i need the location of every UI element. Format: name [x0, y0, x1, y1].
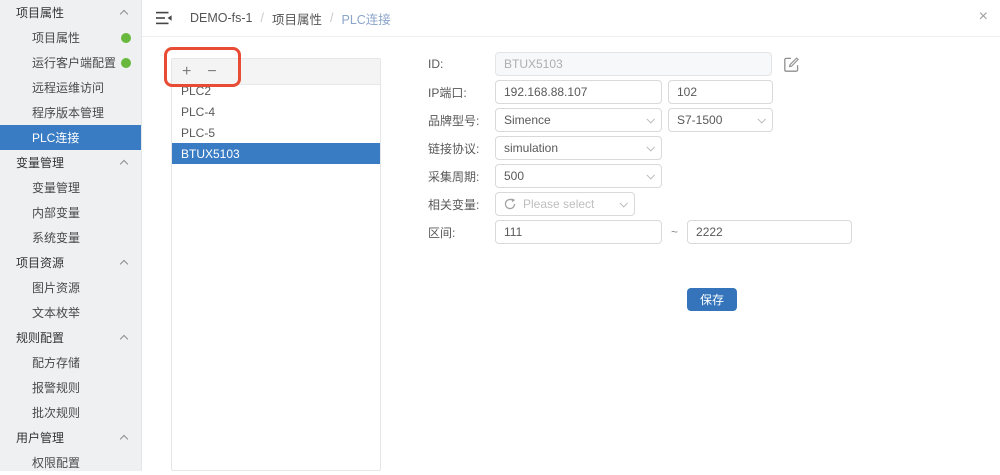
sidebar-item-recipe-storage[interactable]: 配方存储 [0, 350, 141, 375]
brand-select[interactable]: Simence [495, 108, 662, 132]
plc-list: PLC2 PLC-4 PLC-5 BTUX5103 [172, 80, 380, 164]
breadcrumb: DEMO-fs-1 / 项目属性 / PLC连接 [190, 9, 391, 28]
plc-list-toolbar: + − [172, 59, 380, 85]
breadcrumb-current-plc-connection: PLC连接 [341, 9, 390, 28]
brand-select-value: Simence [504, 113, 551, 127]
protocol-select-value: simulation [504, 141, 558, 155]
sidebar-item-system-variables[interactable]: 系统变量 [0, 225, 141, 250]
sidebar-item-remote-ops-access[interactable]: 远程运维访问 [0, 75, 141, 100]
plc-list-item[interactable]: PLC-4 [172, 101, 380, 122]
menu-fold-icon[interactable] [156, 11, 172, 25]
range-separator: ~ [671, 225, 678, 239]
ip-address-input[interactable] [495, 80, 662, 104]
sidebar-section-variable-mgmt[interactable]: 变量管理 [0, 150, 141, 175]
sidebar-item-alarm-rules[interactable]: 报警规则 [0, 375, 141, 400]
model-select-value: S7-1500 [677, 113, 722, 127]
save-button[interactable]: 保存 [687, 288, 737, 311]
sidebar-section-label: 项目资源 [16, 254, 64, 271]
close-icon[interactable]: × [979, 9, 988, 25]
poll-period-select[interactable]: 500 [495, 164, 662, 188]
sidebar-item-label: 图片资源 [32, 279, 80, 296]
field-label-ip-port: IP端口: [428, 84, 495, 101]
field-label-brand-model: 品牌型号: [428, 112, 495, 129]
field-label-range: 区间: [428, 224, 495, 241]
remove-plc-button[interactable]: − [207, 64, 216, 80]
chevron-up-icon [120, 335, 128, 343]
sidebar-section-user-mgmt[interactable]: 用户管理 [0, 425, 141, 450]
field-label-id: ID: [428, 57, 495, 71]
sidebar-section-project-properties[interactable]: 项目属性 [0, 0, 141, 25]
sidebar: 项目属性 项目属性 运行客户端配置 远程运维访问 程序版本管理 PLC连接 变量… [0, 0, 142, 471]
sidebar-item-permission-config[interactable]: 权限配置 [0, 450, 141, 475]
field-label-protocol: 链接协议: [428, 140, 495, 157]
breadcrumb-project[interactable]: DEMO-fs-1 [190, 11, 253, 25]
sidebar-item-label: PLC连接 [32, 129, 79, 146]
sidebar-item-label: 权限配置 [32, 454, 80, 471]
sidebar-item-label: 文本枚举 [32, 304, 80, 321]
sidebar-item-variable-mgmt[interactable]: 变量管理 [0, 175, 141, 200]
breadcrumb-separator: / [261, 11, 264, 25]
sidebar-item-label: 报警规则 [32, 379, 80, 396]
sidebar-item-batch-rules[interactable]: 批次规则 [0, 400, 141, 425]
protocol-select[interactable]: simulation [495, 136, 662, 160]
chevron-up-icon [120, 160, 128, 168]
plc-list-panel: + − PLC2 PLC-4 PLC-5 BTUX5103 [171, 58, 381, 471]
sidebar-section-label: 规则配置 [16, 329, 64, 346]
sidebar-item-label: 程序版本管理 [32, 104, 104, 121]
sidebar-section-rule-config[interactable]: 规则配置 [0, 325, 141, 350]
sidebar-item-label: 运行客户端配置 [32, 54, 116, 71]
sidebar-item-label: 批次规则 [32, 404, 80, 421]
range-to-input[interactable] [687, 220, 852, 244]
plc-list-item[interactable]: PLC-5 [172, 122, 380, 143]
model-select[interactable]: S7-1500 [668, 108, 773, 132]
chevron-down-icon [757, 115, 765, 123]
sidebar-item-label: 内部变量 [32, 204, 80, 221]
sidebar-section-project-resources[interactable]: 项目资源 [0, 250, 141, 275]
chevron-down-icon [646, 171, 654, 179]
sidebar-section-label: 项目属性 [16, 4, 64, 21]
sidebar-item-label: 远程运维访问 [32, 79, 104, 96]
plc-form: ID: IP端口: 品牌型号: Simence S7-1500 链接协议: si… [428, 52, 852, 248]
port-input[interactable] [668, 80, 773, 104]
related-variables-select[interactable]: Please select [495, 192, 635, 216]
chevron-down-icon [619, 199, 627, 207]
sidebar-item-text-enums[interactable]: 文本枚举 [0, 300, 141, 325]
plc-list-item-selected[interactable]: BTUX5103 [172, 143, 380, 164]
sidebar-item-label: 变量管理 [32, 179, 80, 196]
status-dot-green-icon [121, 58, 131, 68]
chevron-down-icon [646, 115, 654, 123]
sidebar-item-plc-connection[interactable]: PLC连接 [0, 125, 141, 150]
chevron-up-icon [120, 260, 128, 268]
sync-icon [504, 198, 516, 210]
sidebar-section-label: 用户管理 [16, 429, 64, 446]
sidebar-item-project-properties[interactable]: 项目属性 [0, 25, 141, 50]
range-from-input[interactable] [495, 220, 662, 244]
edit-icon[interactable] [783, 56, 800, 73]
breadcrumb-separator: / [330, 11, 333, 25]
poll-period-select-value: 500 [504, 169, 524, 183]
sidebar-item-internal-variables[interactable]: 内部变量 [0, 200, 141, 225]
id-input [495, 52, 772, 76]
field-label-related-variables: 相关变量: [428, 196, 495, 213]
top-bar: DEMO-fs-1 / 项目属性 / PLC连接 [142, 0, 1000, 37]
sidebar-section-label: 变量管理 [16, 154, 64, 171]
status-dot-green-icon [121, 33, 131, 43]
sidebar-item-label: 系统变量 [32, 229, 80, 246]
sidebar-item-label: 项目属性 [32, 29, 80, 46]
sidebar-item-image-resources[interactable]: 图片资源 [0, 275, 141, 300]
field-label-poll-period: 采集周期: [428, 168, 495, 185]
sidebar-item-runtime-client-config[interactable]: 运行客户端配置 [0, 50, 141, 75]
sidebar-item-label: 配方存储 [32, 354, 80, 371]
chevron-up-icon [120, 435, 128, 443]
related-variables-placeholder: Please select [523, 197, 594, 211]
breadcrumb-project-properties[interactable]: 项目属性 [272, 9, 322, 28]
sidebar-item-program-version-mgmt[interactable]: 程序版本管理 [0, 100, 141, 125]
chevron-up-icon [120, 10, 128, 18]
add-plc-button[interactable]: + [182, 64, 191, 80]
chevron-down-icon [646, 143, 654, 151]
